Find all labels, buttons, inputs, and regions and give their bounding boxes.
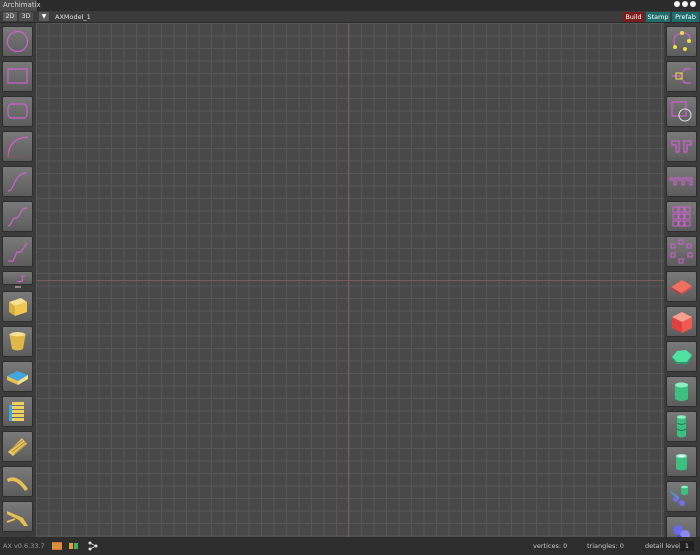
- instance-scatter-button[interactable]: [666, 481, 697, 512]
- step-line-shape-button[interactable]: [2, 236, 33, 267]
- vertices-count: vertices: 0: [533, 542, 568, 550]
- polygon-mesh-button[interactable]: [666, 341, 697, 372]
- linear-repeater-2d-button[interactable]: [666, 166, 697, 197]
- shape-difference-icon: [671, 101, 692, 122]
- shape-mirror-button[interactable]: [666, 131, 697, 162]
- rounded-rectangle-shape-icon: [7, 103, 28, 119]
- plan-sweep-mesh-button[interactable]: [2, 361, 33, 392]
- canvas-vertical-axis: [348, 23, 349, 537]
- lathe-mesh-button[interactable]: [2, 326, 33, 357]
- plane-mesh-button[interactable]: [666, 271, 697, 302]
- grid-repeater-icon: [676, 415, 687, 438]
- s-curve-shape-button[interactable]: [2, 166, 33, 197]
- floors-mesh-icon: [9, 402, 24, 421]
- rectangle-shape-button[interactable]: [2, 61, 33, 92]
- mode-2d-button[interactable]: 2D: [3, 12, 17, 21]
- graph-editor-canvas[interactable]: [36, 23, 664, 537]
- circle-shape-icon: [6, 30, 29, 53]
- box-mesh-button[interactable]: [666, 306, 697, 337]
- grid-repeater-2d-icon: [672, 206, 691, 227]
- palette-divider-grip[interactable]: [15, 286, 21, 288]
- canvas-horizontal-axis: [36, 280, 664, 281]
- version-label: AX v0.6.33.7: [3, 542, 45, 550]
- triangles-count: triangles: 0: [587, 542, 624, 550]
- curve-shape-icon: [7, 136, 29, 158]
- ramp-mesh-button[interactable]: [2, 501, 33, 532]
- cylinder-mesh-icon: [675, 382, 688, 401]
- stamp-button[interactable]: Stamp: [646, 12, 670, 22]
- radial-repeater-2d-button[interactable]: [666, 236, 697, 267]
- grid-repeater-2d-button[interactable]: [666, 201, 697, 232]
- toolbar: 2D 3D ▼ AXModel_1 Build Stamp Prefab: [0, 11, 700, 23]
- radial-repeater-2d-icon: [670, 239, 693, 264]
- build-button[interactable]: Build: [623, 12, 644, 22]
- right-palette: [664, 23, 700, 547]
- prefab-button[interactable]: Prefab: [672, 12, 699, 22]
- rounded-rectangle-shape-button[interactable]: [2, 96, 33, 127]
- detail-level-input[interactable]: 1: [680, 541, 694, 551]
- stairs-curve-shape-icon: [7, 207, 28, 227]
- extrude-mesh-button[interactable]: [2, 291, 33, 322]
- grid-repeater-button[interactable]: [666, 411, 697, 442]
- model-dropdown-icon[interactable]: ▼: [39, 12, 49, 21]
- floor-repeater-button[interactable]: [666, 446, 697, 477]
- sweep-mesh-icon: [7, 477, 28, 491]
- partial-shape-icon: [17, 275, 26, 282]
- relations-icon[interactable]: [69, 541, 79, 551]
- window-tab-row: Archimatix: [0, 0, 700, 11]
- ramp-mesh-icon: [6, 511, 28, 526]
- library-icon[interactable]: [52, 541, 62, 551]
- lathe-mesh-icon: [9, 332, 26, 351]
- cylinder-mesh-button[interactable]: [666, 376, 697, 407]
- window-menu-icon[interactable]: [674, 1, 696, 7]
- curve-shape-button[interactable]: [2, 131, 33, 162]
- linear-repeater-2d-icon: [669, 177, 693, 186]
- path-points-icon: [673, 31, 691, 51]
- instance-scatter-icon: [670, 485, 688, 506]
- stair-mesh-icon: [8, 438, 27, 456]
- sweep-mesh-button[interactable]: [2, 466, 33, 497]
- shape-merger-button[interactable]: [666, 61, 697, 92]
- step-line-shape-icon: [8, 242, 28, 262]
- path-points-button[interactable]: [666, 26, 697, 57]
- plan-sweep-mesh-icon: [7, 371, 28, 385]
- left-palette: [0, 23, 36, 537]
- detail-level-label: detail level: [645, 542, 681, 550]
- shape-difference-button[interactable]: [666, 96, 697, 127]
- window-tab[interactable]: Archimatix: [0, 0, 41, 11]
- floors-mesh-button[interactable]: [2, 396, 33, 427]
- model-name-label: AXModel_1: [55, 13, 91, 21]
- rectangle-shape-icon: [7, 68, 28, 84]
- mode-3d-button[interactable]: 3D: [19, 12, 33, 21]
- s-curve-shape-icon: [7, 172, 28, 192]
- shape-mirror-icon: [671, 140, 692, 153]
- circle-shape-button[interactable]: [2, 26, 33, 57]
- box-mesh-icon: [672, 312, 692, 333]
- shape-merger-icon: [672, 68, 691, 84]
- polygon-mesh-icon: [672, 350, 692, 364]
- stairs-curve-shape-button[interactable]: [2, 201, 33, 232]
- plane-mesh-icon: [671, 280, 692, 295]
- stair-mesh-button[interactable]: [2, 431, 33, 462]
- floor-repeater-icon: [676, 454, 687, 471]
- status-bar: AX v0.6.33.7 vertices: 0 triangles: 0 de…: [0, 537, 700, 555]
- partial-shape-button[interactable]: [2, 271, 33, 285]
- extrude-mesh-icon: [9, 298, 27, 316]
- node-graph-icon[interactable]: [88, 541, 98, 551]
